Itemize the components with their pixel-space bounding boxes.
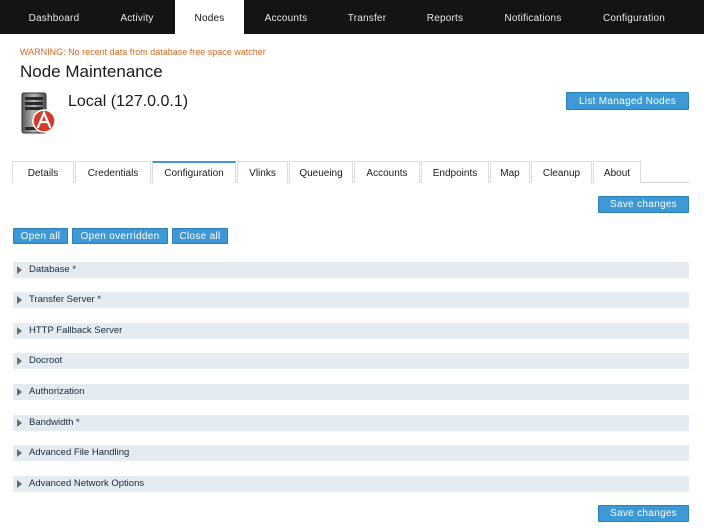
expand-arrow-icon (17, 480, 22, 488)
section-docroot[interactable]: Docroot (13, 353, 689, 369)
tab-about[interactable]: About (593, 161, 641, 183)
section-label: Advanced File Handling (29, 447, 130, 458)
tab-bar: Details Credentials Configuration Vlinks… (12, 161, 689, 183)
tab-map[interactable]: Map (490, 161, 530, 183)
save-changes-button[interactable]: Save changes (598, 196, 689, 213)
expand-arrow-icon (17, 388, 22, 396)
section-label: Transfer Server * (29, 294, 101, 305)
page-title: Node Maintenance (20, 62, 163, 81)
section-http-fallback-server[interactable]: HTTP Fallback Server (13, 323, 689, 339)
nav-accounts[interactable]: Accounts (254, 0, 318, 34)
tab-credentials[interactable]: Credentials (75, 161, 151, 183)
tab-queueing[interactable]: Queueing (289, 161, 353, 183)
tab-details[interactable]: Details (12, 161, 74, 183)
list-managed-nodes-button[interactable]: List Managed Nodes (566, 92, 689, 110)
warning-message: WARNING: No recent data from database fr… (20, 47, 266, 57)
section-advanced-network-options[interactable]: Advanced Network Options (13, 476, 689, 492)
expand-arrow-icon (17, 327, 22, 335)
nav-nodes[interactable]: Nodes (175, 0, 244, 34)
open-all-button[interactable]: Open all (13, 228, 68, 244)
open-overridden-button[interactable]: Open overridden (72, 228, 168, 244)
save-changes-button-bottom[interactable]: Save changes (598, 505, 689, 522)
expand-arrow-icon (17, 449, 22, 457)
nav-configuration[interactable]: Configuration (594, 0, 674, 34)
node-name: Local (127.0.0.1) (68, 93, 189, 110)
expand-arrow-icon (17, 357, 22, 365)
section-authorization[interactable]: Authorization (13, 384, 689, 400)
nav-reports[interactable]: Reports (414, 0, 476, 34)
nav-notifications[interactable]: Notifications (494, 0, 572, 34)
section-transfer-server[interactable]: Transfer Server * (13, 292, 689, 308)
top-navigation: Dashboard Activity Nodes Accounts Transf… (0, 0, 704, 34)
expand-arrow-icon (17, 296, 22, 304)
section-advanced-file-handling[interactable]: Advanced File Handling (13, 445, 689, 461)
section-label: Database * (29, 264, 77, 275)
section-label: Bandwidth * (29, 417, 80, 428)
tab-configuration[interactable]: Configuration (152, 161, 236, 183)
expand-arrow-icon (17, 419, 22, 427)
expand-arrow-icon (17, 266, 22, 274)
tab-cleanup[interactable]: Cleanup (531, 161, 592, 183)
nav-transfer[interactable]: Transfer (336, 0, 398, 34)
tab-accounts[interactable]: Accounts (354, 161, 420, 183)
nav-dashboard[interactable]: Dashboard (18, 0, 90, 34)
section-label: Advanced Network Options (29, 478, 145, 489)
nav-activity[interactable]: Activity (107, 0, 167, 34)
server-icon (20, 91, 58, 135)
section-label: HTTP Fallback Server (29, 325, 123, 336)
tab-vlinks[interactable]: Vlinks (237, 161, 288, 183)
section-database[interactable]: Database * (13, 262, 689, 278)
section-label: Authorization (29, 386, 85, 397)
section-bandwidth[interactable]: Bandwidth * (13, 415, 689, 431)
close-all-button[interactable]: Close all (172, 228, 228, 244)
tab-endpoints[interactable]: Endpoints (421, 161, 489, 183)
section-label: Docroot (29, 355, 63, 366)
